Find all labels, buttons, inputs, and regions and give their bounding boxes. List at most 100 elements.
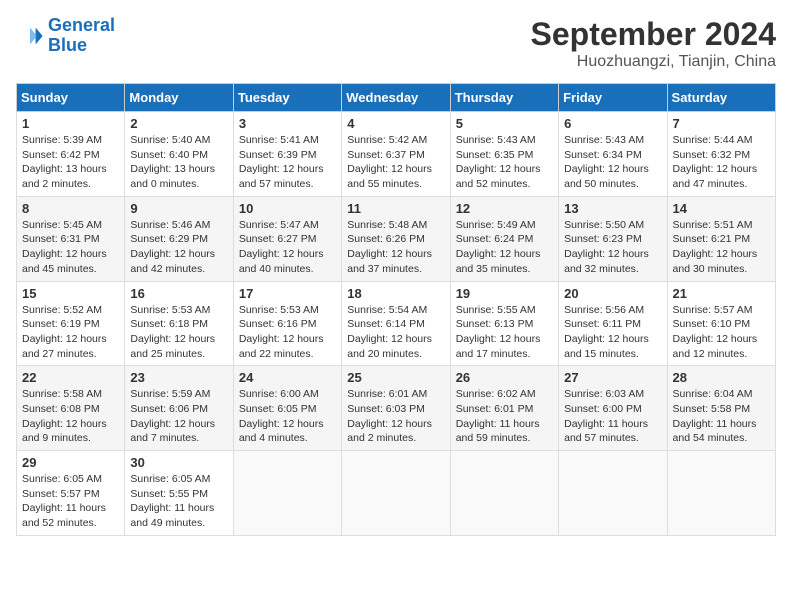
calendar-day-cell: 18Sunrise: 5:54 AMSunset: 6:14 PMDayligh…	[342, 281, 450, 366]
calendar-day-cell: 21Sunrise: 5:57 AMSunset: 6:10 PMDayligh…	[667, 281, 775, 366]
day-info-line: Sunset: 6:01 PM	[456, 403, 534, 415]
day-info-line: Sunset: 5:58 PM	[673, 403, 751, 415]
day-info-line: Sunset: 6:42 PM	[22, 149, 100, 161]
day-info-line: Daylight: 12 hours	[239, 163, 324, 175]
title-block: September 2024 Huozhuangzi, Tianjin, Chi…	[531, 16, 776, 71]
day-info-line: Daylight: 13 hours	[130, 163, 215, 175]
day-info-line: Daylight: 11 hours	[22, 502, 106, 514]
day-info-line: and 27 minutes.	[22, 348, 97, 360]
day-info-line: Sunset: 6:14 PM	[347, 318, 425, 330]
day-info-line: Sunrise: 6:05 AM	[22, 473, 102, 485]
day-number: 5	[456, 116, 553, 131]
day-info: Sunrise: 6:02 AM Sunset: 6:01 PM Daylight:…	[456, 387, 553, 446]
day-number: 17	[239, 286, 336, 301]
day-info-line: and 15 minutes.	[564, 348, 639, 360]
logo: General Blue	[16, 16, 115, 56]
calendar-week-row: 15Sunrise: 5:52 AMSunset: 6:19 PMDayligh…	[17, 281, 776, 366]
page-header: General Blue September 2024 Huozhuangzi,…	[16, 16, 776, 71]
day-info: Sunrise: 5:41 AMSunset: 6:39 PMDaylight:…	[239, 133, 336, 192]
calendar-day-cell: 25Sunrise: 6:01 AMSunset: 6:03 PMDayligh…	[342, 366, 450, 451]
day-info-line: Daylight: 12 hours	[673, 333, 758, 345]
day-info: Sunrise: 5:56 AMSunset: 6:11 PMDaylight:…	[564, 303, 661, 362]
day-info-line: and 12 minutes.	[673, 348, 748, 360]
day-info-line: Sunset: 6:26 PM	[347, 233, 425, 245]
day-info-line: and 22 minutes.	[239, 348, 314, 360]
day-info-line: and 55 minutes.	[347, 178, 422, 190]
day-info-line: Daylight: 11 hours	[130, 502, 214, 514]
day-info-line: Daylight: 12 hours	[347, 333, 432, 345]
calendar-day-cell: 7Sunrise: 5:44 AMSunset: 6:32 PMDaylight…	[667, 112, 775, 197]
day-info-line: and 20 minutes.	[347, 348, 422, 360]
day-info-line: Daylight: 12 hours	[347, 248, 432, 260]
day-info-line: Sunrise: 5:54 AM	[347, 304, 427, 316]
day-number: 11	[347, 201, 444, 216]
day-info-line: Daylight: 12 hours	[564, 333, 649, 345]
day-info-line: and 32 minutes.	[564, 263, 639, 275]
calendar-day-header: Tuesday	[233, 84, 341, 112]
day-info: Sunrise: 5:51 AMSunset: 6:21 PMDaylight:…	[673, 218, 770, 277]
day-info-line: and 49 minutes.	[130, 517, 205, 529]
day-info-line: Daylight: 12 hours	[239, 248, 324, 260]
day-info-line: Sunrise: 6:04 AM	[673, 388, 753, 400]
calendar-day-cell: 13Sunrise: 5:50 AMSunset: 6:23 PMDayligh…	[559, 196, 667, 281]
day-number: 2	[130, 116, 227, 131]
calendar-day-cell: 30Sunrise: 6:05 AMSunset: 5:55 PMDayligh…	[125, 451, 233, 536]
calendar-day-cell: 19Sunrise: 5:55 AMSunset: 6:13 PMDayligh…	[450, 281, 558, 366]
day-number: 19	[456, 286, 553, 301]
day-info: Sunrise: 6:05 AMSunset: 5:55 PMDaylight:…	[130, 472, 227, 531]
day-number: 27	[564, 370, 661, 385]
day-info-line: Sunset: 6:39 PM	[239, 149, 317, 161]
calendar-day-cell: 22Sunrise: 5:58 AMSunset: 6:08 PMDayligh…	[17, 366, 125, 451]
day-info-line: Sunset: 6:34 PM	[564, 149, 642, 161]
calendar-day-cell: 24 Sunrise: 6:00 AMSunset: 6:05 PMDayligh…	[233, 366, 341, 451]
day-info-line: Daylight: 12 hours	[239, 418, 324, 430]
day-number: 4	[347, 116, 444, 131]
calendar-day-cell: 26 Sunrise: 6:02 AM Sunset: 6:01 PM Dayligh…	[450, 366, 558, 451]
day-info-line: and 45 minutes.	[22, 263, 97, 275]
day-info: Sunrise: 5:43 AMSunset: 6:35 PMDaylight:…	[456, 133, 553, 192]
calendar-day-cell	[450, 451, 558, 536]
calendar-day-cell: 1Sunrise: 5:39 AMSunset: 6:42 PMDaylight…	[17, 112, 125, 197]
day-number: 1	[22, 116, 119, 131]
day-info: Sunrise: 5:40 AM Sunset: 6:40 PM Daylight:…	[130, 133, 227, 192]
day-info-line: and 54 minutes.	[673, 432, 748, 444]
calendar-day-cell	[559, 451, 667, 536]
day-number: 26	[456, 370, 553, 385]
day-info-line: and 25 minutes.	[130, 348, 205, 360]
day-info-line: and 2 minutes.	[347, 432, 416, 444]
day-info-line: Sunrise: 5:40 AM	[130, 134, 210, 146]
location-subtitle: Huozhuangzi, Tianjin, China	[531, 53, 776, 71]
day-info: Sunrise: 5:43 AMSunset: 6:34 PMDaylight:…	[564, 133, 661, 192]
day-info: Sunrise: 6:03 AMSunset: 6:00 PMDaylight:…	[564, 387, 661, 446]
day-info-line: Sunset: 6:21 PM	[673, 233, 751, 245]
day-info-line: and 59 minutes.	[456, 432, 531, 444]
day-info: Sunrise: 5:59 AMSunset: 6:06 PMDaylight:…	[130, 387, 227, 446]
day-number: 10	[239, 201, 336, 216]
calendar-day-cell: 20Sunrise: 5:56 AMSunset: 6:11 PMDayligh…	[559, 281, 667, 366]
calendar-day-cell: 29Sunrise: 6:05 AMSunset: 5:57 PMDayligh…	[17, 451, 125, 536]
calendar-day-header: Friday	[559, 84, 667, 112]
day-number: 24	[239, 370, 336, 385]
day-number: 7	[673, 116, 770, 131]
calendar-day-cell: 10Sunrise: 5:47 AMSunset: 6:27 PMDayligh…	[233, 196, 341, 281]
calendar-day-cell	[342, 451, 450, 536]
day-info-line: Sunrise: 6:02 AM	[456, 388, 536, 400]
day-info-line: Sunset: 6:29 PM	[130, 233, 208, 245]
day-info-line: Sunset: 6:31 PM	[22, 233, 100, 245]
calendar-day-header: Sunday	[17, 84, 125, 112]
day-info: Sunrise: 5:45 AMSunset: 6:31 PMDaylight:…	[22, 218, 119, 277]
day-info-line: Sunset: 6:40 PM	[130, 149, 208, 161]
day-info: Sunrise: 6:04 AMSunset: 5:58 PMDaylight:…	[673, 387, 770, 446]
day-info-line: Sunrise: 5:52 AM	[22, 304, 102, 316]
day-info-line: Daylight: 12 hours	[347, 163, 432, 175]
calendar-day-cell: 15Sunrise: 5:52 AMSunset: 6:19 PMDayligh…	[17, 281, 125, 366]
day-info-line: Sunrise: 5:51 AM	[673, 219, 753, 231]
day-info: Sunrise: 6:05 AMSunset: 5:57 PMDaylight:…	[22, 472, 119, 531]
day-info-line: and 47 minutes.	[673, 178, 748, 190]
day-info-line: Sunset: 6:11 PM	[564, 318, 641, 330]
day-info-line: and 50 minutes.	[564, 178, 639, 190]
day-info-line: Daylight: 12 hours	[130, 248, 215, 260]
day-info: Sunrise: 6:00 AMSunset: 6:05 PMDaylight:…	[239, 387, 336, 446]
day-info-line: Daylight: 11 hours	[456, 418, 540, 430]
day-info-line: Daylight: 13 hours	[22, 163, 107, 175]
